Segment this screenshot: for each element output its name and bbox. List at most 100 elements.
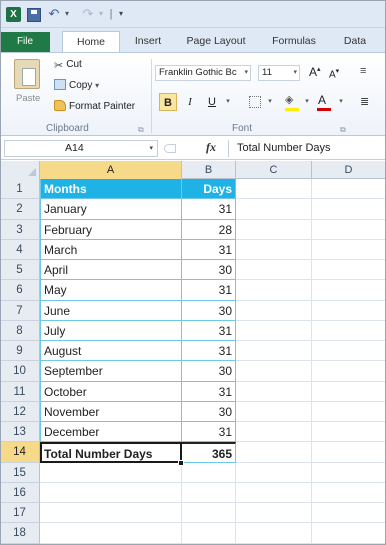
column-header-c[interactable]: C	[236, 161, 312, 179]
cell-d[interactable]	[312, 442, 386, 463]
font-launcher-icon[interactable]: ⧉	[340, 125, 346, 135]
cell-d[interactable]	[312, 219, 386, 240]
cell-b[interactable]: 365	[182, 442, 236, 463]
row-header[interactable]: 12	[0, 401, 40, 422]
font-size-select[interactable]: 11 ▾	[258, 65, 300, 81]
cell-a[interactable]: March	[40, 239, 182, 260]
cut-button[interactable]: ✂ Cut	[54, 58, 82, 72]
tab-insert[interactable]: Insert	[130, 31, 166, 52]
redo-dropdown-icon[interactable]: ▾	[96, 6, 106, 22]
cell-a[interactable]: June	[40, 300, 182, 321]
cell-b[interactable]	[182, 482, 236, 503]
cell-a[interactable]: January	[40, 199, 182, 220]
cell-d[interactable]	[312, 503, 386, 524]
cell-b[interactable]: 31	[182, 422, 236, 443]
cell-a[interactable]: December	[40, 422, 182, 443]
copy-button[interactable]: Copy ▾	[54, 79, 99, 93]
cell-c[interactable]	[236, 462, 312, 483]
cell-d[interactable]	[312, 300, 386, 321]
cell-b[interactable]	[182, 523, 236, 544]
redo-icon[interactable]: ↷	[80, 6, 96, 22]
font-name-select[interactable]: Franklin Gothic Bc ▾	[155, 65, 251, 81]
cell-d[interactable]	[312, 260, 386, 281]
cell-d[interactable]	[312, 462, 386, 483]
row-header[interactable]: 9	[0, 341, 40, 362]
cell-c[interactable]	[236, 179, 312, 200]
borders-icon[interactable]	[249, 96, 261, 108]
select-all-button[interactable]	[0, 161, 40, 179]
cell-b[interactable]: 30	[182, 260, 236, 281]
fill-color-icon[interactable]: ◈	[285, 93, 293, 106]
row-header[interactable]: 15	[0, 462, 40, 483]
row-header[interactable]: 16	[0, 482, 40, 503]
paste-icon[interactable]	[14, 59, 40, 89]
column-header-b[interactable]: B	[182, 161, 236, 179]
cell-b[interactable]: 31	[182, 341, 236, 362]
cell-d[interactable]	[312, 320, 386, 341]
cell-d[interactable]	[312, 199, 386, 220]
cell-b[interactable]	[182, 503, 236, 524]
format-painter-button[interactable]: Format Painter	[54, 100, 135, 114]
cell-a[interactable]: February	[40, 219, 182, 240]
font-color-dropdown-icon[interactable]: ▾	[337, 93, 345, 111]
insert-function-icon[interactable]: fx	[206, 140, 216, 155]
undo-dropdown-icon[interactable]: ▾	[62, 6, 72, 22]
cell-c[interactable]	[236, 320, 312, 341]
cell-c[interactable]	[236, 401, 312, 422]
cell-d[interactable]	[312, 422, 386, 443]
cell-a[interactable]	[40, 462, 182, 483]
align-left-icon[interactable]: ≣	[360, 95, 369, 108]
cell-d[interactable]	[312, 341, 386, 362]
row-header[interactable]: 8	[0, 320, 40, 341]
italic-button[interactable]: I	[181, 93, 199, 111]
column-header-d[interactable]: D	[312, 161, 386, 179]
column-header-a[interactable]: A	[40, 161, 182, 179]
cell-c[interactable]	[236, 199, 312, 220]
tab-page-layout[interactable]: Page Layout	[180, 31, 252, 52]
cell-c[interactable]	[236, 260, 312, 281]
underline-dropdown-icon[interactable]: ▾	[224, 93, 232, 111]
cell-a[interactable]: October	[40, 381, 182, 402]
cell-c[interactable]	[236, 300, 312, 321]
cell-b[interactable]: 30	[182, 361, 236, 382]
save-icon[interactable]	[27, 8, 41, 22]
row-header[interactable]: 17	[0, 503, 40, 524]
row-header[interactable]: 11	[0, 381, 40, 402]
customize-qat-icon[interactable]: ▾	[116, 6, 126, 22]
chevron-down-icon[interactable]: ▾	[293, 66, 297, 80]
cell-a[interactable]: Total Number Days	[40, 442, 182, 463]
cell-b[interactable]: 31	[182, 239, 236, 260]
shrink-font-button[interactable]: A▾	[329, 67, 339, 80]
cell-a[interactable]: September	[40, 361, 182, 382]
tab-data[interactable]: Data	[340, 31, 370, 52]
cell-c[interactable]	[236, 341, 312, 362]
cell-d[interactable]	[312, 361, 386, 382]
cell-c[interactable]	[236, 422, 312, 443]
cell-a[interactable]	[40, 523, 182, 544]
cell-a[interactable]: July	[40, 320, 182, 341]
row-header[interactable]: 3	[0, 219, 40, 240]
formula-input[interactable]: Total Number Days	[228, 140, 386, 157]
row-header[interactable]: 4	[0, 239, 40, 260]
cell-c[interactable]	[236, 523, 312, 544]
row-header[interactable]: 18	[0, 523, 40, 544]
tab-formulas[interactable]: Formulas	[268, 31, 320, 52]
cell-a[interactable]: May	[40, 280, 182, 301]
clipboard-launcher-icon[interactable]: ⧉	[138, 125, 144, 135]
row-header[interactable]: 6	[0, 280, 40, 301]
borders-dropdown-icon[interactable]: ▾	[266, 93, 274, 111]
cell-b[interactable]: 31	[182, 381, 236, 402]
name-box[interactable]: A14 ▾	[4, 140, 158, 157]
cell-c[interactable]	[236, 381, 312, 402]
cell-a[interactable]: August	[40, 341, 182, 362]
cell-b[interactable]	[182, 462, 236, 483]
cell-d[interactable]	[312, 523, 386, 544]
cell-d[interactable]	[312, 401, 386, 422]
tab-home[interactable]: Home	[62, 31, 120, 53]
row-header[interactable]: 2	[0, 199, 40, 220]
cell-c[interactable]	[236, 239, 312, 260]
row-header[interactable]: 5	[0, 260, 40, 281]
undo-icon[interactable]: ↶	[46, 6, 62, 22]
cell-b[interactable]: 28	[182, 219, 236, 240]
cell-b[interactable]: Days	[182, 179, 236, 200]
